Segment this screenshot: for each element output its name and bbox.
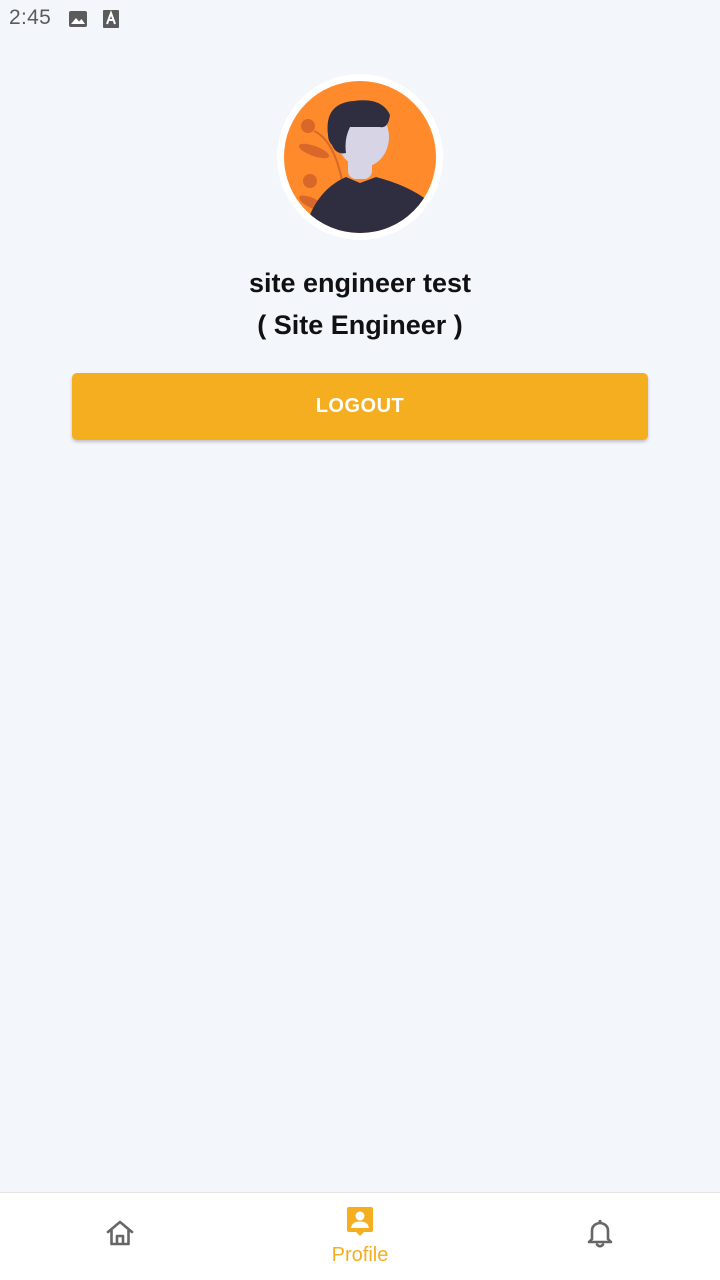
accessibility-icon <box>101 9 121 29</box>
profile-icon <box>344 1205 376 1237</box>
profile-role: ( Site Engineer ) <box>257 310 463 340</box>
profile-screen: 2:45 site engineer test (Site Engineer … <box>0 0 720 1280</box>
home-icon <box>104 1217 136 1249</box>
logout-button[interactable]: LOGOUT <box>72 373 648 440</box>
image-icon <box>68 9 88 29</box>
profile-avatar <box>277 74 443 240</box>
nav-item-notifications[interactable] <box>480 1193 720 1280</box>
nav-item-profile[interactable]: Profile <box>240 1193 480 1280</box>
nav-item-home[interactable] <box>0 1193 240 1280</box>
bottom-navigation: Profile <box>0 1192 720 1280</box>
profile-name: site engineer test <box>248 268 472 298</box>
status-bar: 2:45 <box>0 0 720 38</box>
status-time: 2:45 <box>9 6 52 29</box>
bell-icon <box>584 1217 616 1249</box>
nav-label-profile: Profile <box>331 1244 389 1266</box>
